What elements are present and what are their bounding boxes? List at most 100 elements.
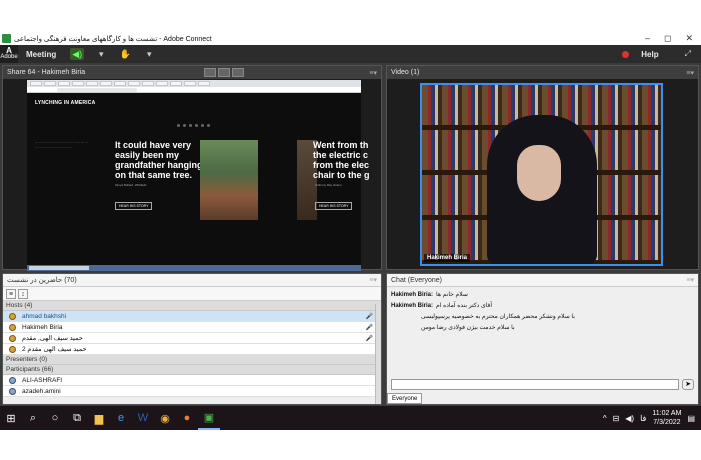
participants-group[interactable]: Participants (66) <box>3 365 381 375</box>
quote-2: Went from th the electric c from the ele… <box>313 140 370 180</box>
attendees-toolbar: ≡ ↕ <box>3 287 381 301</box>
tray-chevron-icon[interactable]: ^ <box>603 414 607 423</box>
quote-1-author: Tanya Bullard, Whitfield <box>115 183 147 187</box>
windows-start-icon[interactable]: ⊞ <box>0 406 22 430</box>
host-icon <box>9 323 16 331</box>
video-pod-title: Video <box>391 69 409 76</box>
host-icon <box>9 345 16 353</box>
webcam-feed[interactable]: Hakimeh Biria <box>420 83 663 266</box>
raise-hand-icon[interactable]: ✋ <box>118 48 132 60</box>
attendees-title: حاضرین در نشست <box>7 277 63 284</box>
video-count: (1) <box>410 69 420 76</box>
mic-icon: 🎤 <box>365 335 373 342</box>
minimize-button[interactable]: – <box>645 33 650 44</box>
chat-target-selector[interactable]: Everyone <box>387 393 423 404</box>
notifications-icon[interactable]: ▤ <box>687 414 695 423</box>
site-heading: LYNCHING IN AMERICA <box>35 100 96 106</box>
chat-title: Chat <box>391 276 406 284</box>
status-dropdown-icon[interactable]: ▾ <box>142 48 156 60</box>
hosts-group[interactable]: Hosts (4) <box>3 301 381 311</box>
recording-indicator-icon[interactable] <box>622 50 630 58</box>
send-icon[interactable]: ➤ <box>682 379 694 390</box>
mic-icon: 🎤 <box>365 324 373 331</box>
view-mode-icon[interactable] <box>204 68 217 77</box>
windows-taskbar: ⊞ ⌕ ○ ⧉ ▆ e W ◉ ● ▣ ^ ⊟ ◀) فا 11:02 AM 7/… <box>0 406 701 430</box>
chat-pod: Chat (Everyone) ≡▾ Hakimeh Biria: سلام خا… <box>386 273 699 405</box>
hear-story-button-1: HEAR HIS STORY <box>115 202 153 210</box>
language-indicator[interactable]: فا <box>640 414 646 423</box>
attendees-scrollbar[interactable] <box>375 304 381 404</box>
task-view-icon[interactable]: ⧉ <box>66 406 88 430</box>
participant-icon <box>9 376 16 384</box>
main-menu-bar: A Adobe Meeting ◀) ▾ ✋ ▾ Help ⤢ <box>0 45 701 63</box>
maximize-button[interactable]: ◻ <box>664 33 671 44</box>
sort-icon[interactable]: ↕ <box>18 288 28 299</box>
video-pod-header: Video (1) ≡▾ <box>387 66 698 79</box>
host-icon <box>9 312 16 320</box>
window-title-bar: تشست ها و کارگاههای معاونت فرهنگی واجتما… <box>0 32 701 45</box>
share-pod: Share 64 - Hakimeh Biria ≡▾ LYNCHING IN … <box>2 65 382 271</box>
adobe-connect-app-icon <box>2 34 11 43</box>
speaker-dropdown-icon[interactable]: ▾ <box>94 48 108 60</box>
meeting-menu[interactable]: Meeting <box>26 50 56 59</box>
chat-message: Hakimeh Biria: سلام خانم ها <box>391 292 468 298</box>
chat-menu-icon[interactable]: ≡▾ <box>686 276 694 284</box>
window-title: تشست ها و کارگاههای معاونت فرهنگی واجتما… <box>14 35 212 43</box>
edge-icon[interactable]: e <box>110 406 132 430</box>
word-icon[interactable]: W <box>132 406 154 430</box>
system-tray: ^ ⊟ ◀) فا 11:02 AM 7/3/2022 ▤ <box>603 409 695 427</box>
browser-address-bar <box>27 87 361 93</box>
expand-icon[interactable] <box>232 68 245 77</box>
firefox-icon[interactable]: ● <box>176 406 198 430</box>
adobe-logo: A Adobe <box>0 45 18 63</box>
attendees-pod: حاضرین در نشست (70) ≡▾ ≡ ↕ Hosts (4) ahm… <box>2 273 382 405</box>
attendees-pod-header: حاضرین در نشست (70) ≡▾ <box>3 274 381 287</box>
cortana-icon[interactable]: ○ <box>44 406 66 430</box>
carousel-dots <box>177 124 210 127</box>
list-view-icon[interactable]: ≡ <box>6 288 16 299</box>
chrome-icon[interactable]: ◉ <box>154 406 176 430</box>
quote-1: It could have very easily been my grandf… <box>115 140 203 180</box>
fit-width-icon[interactable] <box>218 68 231 77</box>
chat-message: با سلام وتشکر محضر همکاران محترم به خصوص… <box>421 314 575 320</box>
chat-pod-header: Chat (Everyone) ≡▾ <box>387 274 698 287</box>
shared-scrollbar <box>27 265 361 271</box>
shared-screen: LYNCHING IN AMERICA — — — — — — — — — — … <box>27 80 370 271</box>
attendee-row[interactable]: azadeh.amini <box>3 386 381 397</box>
attendees-count: (70) <box>64 276 77 284</box>
presenters-group[interactable]: Presenters (0) <box>3 355 381 365</box>
screen: تشست ها و کارگاههای معاونت فرهنگی واجتما… <box>0 0 701 460</box>
attendee-row[interactable]: حمید سیف الهی, مقدم 🎤 <box>3 333 381 344</box>
pod-menu-icon[interactable]: ≡▾ <box>369 69 377 77</box>
attendee-row[interactable]: Hakimeh Biria 🎤 <box>3 322 381 333</box>
chat-input[interactable] <box>391 379 679 390</box>
speaker-face <box>517 145 561 201</box>
close-button[interactable]: ✕ <box>685 33 693 44</box>
file-explorer-icon[interactable]: ▆ <box>88 406 110 430</box>
hear-story-button-2: HEAR HIS STORY <box>315 202 353 210</box>
attendee-row[interactable]: ahmad bakhshi 🎤 <box>3 311 381 322</box>
help-menu[interactable]: Help <box>641 50 658 59</box>
network-icon[interactable]: ⊟ <box>613 414 620 423</box>
speaker-icon[interactable]: ◀) <box>70 48 85 60</box>
fullscreen-icon[interactable]: ⤢ <box>685 49 691 59</box>
chat-message: با سلام خدمت بیژن فولادی رضا مومن <box>421 325 515 331</box>
quote-2-author: Anthony Ray Hinton <box>315 183 342 187</box>
video-pod-menu-icon[interactable]: ≡▾ <box>686 69 694 77</box>
search-icon[interactable]: ⌕ <box>22 406 44 430</box>
adobe-connect-taskbar-icon[interactable]: ▣ <box>198 406 220 430</box>
site-intro-text: — — — — — — — — — — — — — — — — — — — — —… <box>35 140 88 149</box>
chat-scope: (Everyone) <box>407 276 442 284</box>
attendee-row[interactable]: حمید سیف الهی مقدم 2 <box>3 344 381 355</box>
share-pod-title: Share 64 - Hakimeh Biria <box>7 69 86 76</box>
video-pod: Video (1) ≡▾ Hakimeh Biria <box>386 65 699 270</box>
host-icon <box>9 334 16 342</box>
chat-messages: Hakimeh Biria: سلام خانم ها Hakimeh Biria… <box>387 287 698 379</box>
attendees-menu-icon[interactable]: ≡▾ <box>369 276 377 284</box>
volume-icon[interactable]: ◀) <box>625 414 634 423</box>
chat-message: Hakimeh Biria: آقای دکتر بنده آماده ام <box>391 303 493 309</box>
browser-tabs <box>27 80 361 87</box>
attendee-row[interactable]: ALI-ASHRAFI <box>3 375 381 386</box>
mic-muted-icon: 🎤 <box>365 313 373 320</box>
clock[interactable]: 11:02 AM 7/3/2022 <box>652 409 681 427</box>
